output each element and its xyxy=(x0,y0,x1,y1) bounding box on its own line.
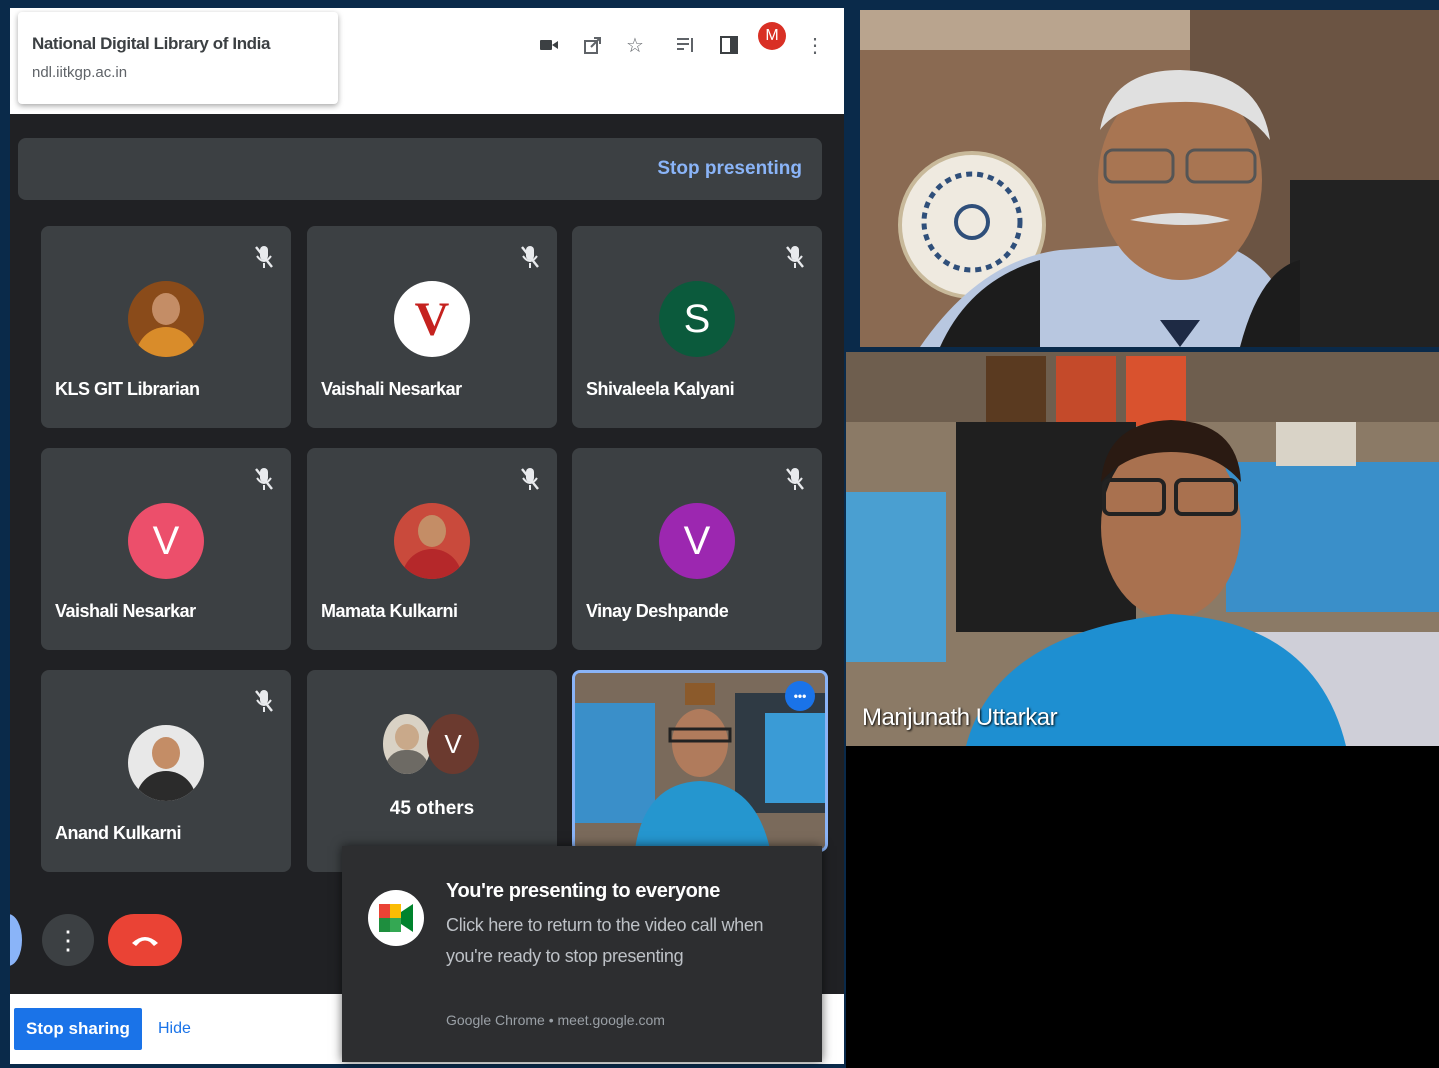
participant-name: Anand Kulkarni xyxy=(55,823,182,843)
participant-tile[interactable]: S Shivaleela Kalyani xyxy=(572,226,822,428)
presenting-notification[interactable]: You're presenting to everyone Click here… xyxy=(342,846,822,1062)
notification-body: Click here to return to the video call w… xyxy=(446,915,764,966)
speaker-video-1 xyxy=(860,10,1439,347)
participant-avatar xyxy=(394,503,470,579)
avatar-letter: V xyxy=(152,518,180,563)
tile-more-options-button[interactable]: ••• xyxy=(785,681,815,711)
more-dots: ••• xyxy=(793,689,807,703)
participant-name: Vaishali Nesarkar xyxy=(55,601,196,621)
participant-name: KLS GIT Librarian xyxy=(55,379,200,399)
mic-muted-icon xyxy=(521,468,539,490)
more-options-button[interactable]: ⋮ xyxy=(42,914,94,966)
participant-avatar: S xyxy=(659,281,735,357)
others-avatar-letter: V xyxy=(427,714,479,774)
speaker-1-feed xyxy=(860,10,1439,347)
participant-tile[interactable]: KLS GIT Librarian xyxy=(41,226,291,428)
hide-button[interactable]: Hide xyxy=(158,1020,191,1038)
speaker-video-2: Manjunath Uttarkar xyxy=(846,352,1439,746)
stop-sharing-button[interactable]: Stop sharing xyxy=(14,1008,142,1050)
share-icon[interactable] xyxy=(582,34,604,56)
mic-muted-icon xyxy=(255,690,273,712)
participant-avatar: V xyxy=(128,503,204,579)
participant-name: Vinay Deshpande xyxy=(586,601,729,621)
google-meet-icon xyxy=(368,890,424,946)
participant-name: Vaishali Nesarkar xyxy=(321,379,462,399)
avatar-photo-face xyxy=(418,515,446,547)
participant-avatar xyxy=(128,281,204,357)
speaker-name-label: Manjunath Uttarkar xyxy=(862,704,1058,731)
tab-hover-card[interactable]: National Digital Library of India ndl.ii… xyxy=(18,12,338,104)
more-vert-icon: ⋮ xyxy=(55,924,81,955)
participant-avatar: V xyxy=(659,503,735,579)
notification-title: You're presenting to everyone xyxy=(446,880,720,902)
menu-icon[interactable]: ⋮ xyxy=(804,34,826,57)
others-tile[interactable]: V 45 others xyxy=(307,670,557,872)
participant-tile[interactable]: V Vaishali Nesarkar xyxy=(307,226,557,428)
participant-avatar xyxy=(128,725,204,801)
avatar-photo-body xyxy=(136,327,196,357)
participant-name: Mamata Kulkarni xyxy=(321,601,458,621)
avatar-letter: V xyxy=(683,518,711,563)
avatar-photo-face xyxy=(152,293,180,325)
mic-muted-icon xyxy=(255,468,273,490)
participant-tile[interactable]: V Vinay Deshpande xyxy=(572,448,822,650)
mic-muted-icon xyxy=(786,468,804,490)
avatar-letter: V xyxy=(414,292,450,346)
mic-muted-icon xyxy=(255,246,273,268)
stop-presenting-link[interactable]: Stop presenting xyxy=(657,158,802,180)
camera-icon[interactable] xyxy=(538,34,560,56)
presenting-bar: Stop presenting xyxy=(18,138,822,200)
avatar-photo-body xyxy=(136,771,196,801)
participant-avatar: V xyxy=(394,281,470,357)
avatar-photo-body xyxy=(402,549,462,579)
self-video-tile[interactable]: ••• xyxy=(572,670,828,852)
tab-url: ndl.iitkgp.ac.in xyxy=(32,64,128,81)
reading-list-icon[interactable] xyxy=(674,34,696,56)
others-avatar-photo xyxy=(383,714,431,774)
others-label: 45 others xyxy=(389,798,475,819)
participant-name: Shivaleela Kalyani xyxy=(586,379,735,399)
others-avatar-letter-text: V xyxy=(444,728,462,759)
participant-tile[interactable]: Anand Kulkarni xyxy=(41,670,291,872)
profile-avatar[interactable]: M xyxy=(758,22,786,50)
avatar-letter: S xyxy=(683,296,711,341)
speaker-2-feed xyxy=(846,352,1439,746)
empty-area xyxy=(846,746,1439,1068)
mic-muted-icon xyxy=(786,246,804,268)
leave-call-button[interactable] xyxy=(108,914,182,966)
star-icon[interactable]: ☆ xyxy=(624,34,646,57)
hang-up-icon xyxy=(132,937,158,946)
avatar-photo-face xyxy=(152,737,180,769)
tab-title: National Digital Library of India xyxy=(32,34,271,53)
participant-tile[interactable]: V Vaishali Nesarkar xyxy=(41,448,291,650)
browser-toolbar: National Digital Library of India ndl.ii… xyxy=(10,8,844,114)
participant-tile[interactable]: Mamata Kulkarni xyxy=(307,448,557,650)
sidebar-icon[interactable] xyxy=(718,34,740,56)
present-button[interactable] xyxy=(10,914,22,966)
notification-source: Google Chrome • meet.google.com xyxy=(446,1012,665,1028)
mic-muted-icon xyxy=(521,246,539,268)
